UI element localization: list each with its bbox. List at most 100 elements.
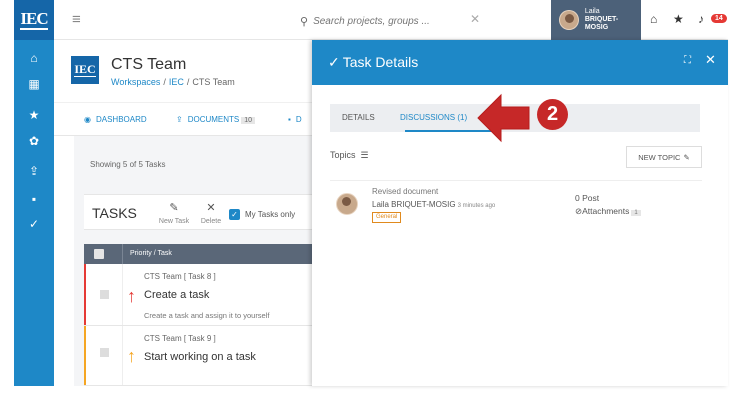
documents-count: 10	[241, 117, 256, 124]
tab-cut-label: D	[295, 115, 302, 124]
tasks-heading: TASKS	[92, 205, 137, 221]
list-icon[interactable]: ☰	[361, 150, 369, 160]
row-divider	[122, 264, 123, 325]
breadcrumb-workspaces[interactable]: Workspaces	[111, 77, 160, 87]
task-description: Create a task and assign it to yourself	[144, 311, 270, 320]
task-name[interactable]: Create a task	[144, 289, 209, 301]
priority-up-arrow-icon: ↑	[127, 346, 136, 366]
priority-up-arrow-icon: ↑	[127, 286, 136, 306]
select-all-checkbox[interactable]	[94, 249, 104, 259]
workspace-header: IEC CTS Team Workspaces / IEC / CTS Team	[54, 40, 312, 102]
notification-badge: 14	[711, 14, 727, 23]
topic-tag: General	[372, 212, 402, 223]
callout-number: 2	[537, 99, 568, 130]
new-topic-button[interactable]: New Topic ✎	[626, 146, 702, 168]
pencil-icon: ✎	[683, 152, 690, 162]
workspace-area: IEC CTS Team Workspaces / IEC / CTS Team ◉ Da…	[54, 40, 312, 386]
header-divider	[122, 244, 123, 264]
pencil-icon: ✎	[169, 202, 179, 214]
table-row[interactable]: CTS Team [ Task 8 ] ↑ Create a task Crea…	[84, 264, 312, 326]
search-icon[interactable]: ⚲	[300, 15, 308, 28]
top-bar: ≡ ⚲ ✕ Laila BRIQUET-MOSIG ⌂ ★ ♪ 14	[54, 0, 728, 40]
settings-icon[interactable]: ✿	[14, 130, 54, 152]
task-project: CTS Team [ Task 8 ]	[144, 272, 216, 281]
user-last-name: BRIQUET-MOSIG	[584, 16, 619, 31]
expand-icon[interactable]: ⛶	[684, 55, 691, 66]
workspace-logo: IEC	[71, 56, 99, 84]
new-topic-label: New Topic	[638, 152, 681, 162]
new-task-button[interactable]: ✎ New Task	[154, 201, 194, 225]
chat-icon[interactable]: ▪	[14, 188, 54, 210]
workspaces-icon[interactable]: ▦	[14, 73, 54, 95]
home-icon[interactable]: ⌂	[650, 12, 657, 26]
callout-arrow-icon	[477, 93, 530, 143]
star-icon[interactable]: ★	[14, 104, 54, 126]
task-project: CTS Team [ Task 9 ]	[144, 334, 216, 343]
priority-bar	[84, 264, 86, 325]
tab-dashboard-label: Dashboard	[95, 115, 147, 124]
bell-icon[interactable]: ♪	[698, 12, 704, 26]
check-icon[interactable]: ✓	[14, 213, 54, 235]
dashboard-icon: ◉	[84, 115, 91, 124]
tasks-toolbar: TASKS ✎ New Task ✕ Delete ✓ My Tasks only	[84, 194, 312, 230]
row-divider	[122, 326, 123, 385]
tasks-table-header: Priority / Task	[84, 244, 312, 264]
attachments-label: Attachments	[582, 206, 630, 216]
menu-icon[interactable]: ≡	[72, 11, 81, 28]
logo-text: IEC	[20, 9, 49, 30]
user-first-name: Laila	[584, 8, 600, 15]
workspace-tabs: ◉ Dashboard ⇪ Documents 10 ▪ D	[54, 102, 312, 136]
avatar	[559, 10, 579, 30]
panel-header: ✓ Task Details ⛶ ✕	[312, 40, 728, 85]
task-name[interactable]: Start working on a task	[144, 351, 256, 363]
upload-icon[interactable]: ⇪	[14, 160, 54, 182]
check-icon: ✓	[328, 54, 340, 70]
attachments-count: 1	[631, 210, 641, 216]
upload-icon: ⇪	[176, 115, 183, 124]
delete-label: Delete	[200, 218, 222, 225]
tab-discussions[interactable]: Discussions (1)	[400, 113, 467, 122]
my-tasks-only-toggle[interactable]: ✓ My Tasks only	[229, 209, 295, 220]
topic-author-name: Laila BRIQUET-MOSIG	[372, 200, 456, 209]
favorites-star-icon[interactable]: ★	[673, 12, 684, 26]
breadcrumb: Workspaces / IEC / CTS Team	[111, 77, 235, 87]
iec-logo[interactable]: IEC	[14, 0, 54, 40]
topic-title[interactable]: Revised document	[372, 187, 438, 196]
tab-discussions[interactable]: ▪ D	[288, 115, 302, 124]
user-menu[interactable]: Laila BRIQUET-MOSIG	[551, 0, 641, 40]
checkbox-checked-icon[interactable]: ✓	[229, 209, 240, 220]
tasks-section: Showing 5 of 5 Tasks TASKS ✎ New Task ✕ De…	[74, 136, 312, 386]
workspace-logo-text: IEC	[74, 62, 96, 77]
close-icon[interactable]: ✕	[705, 52, 716, 68]
new-task-label: New Task	[158, 218, 190, 225]
topics-header: Topics ☰	[330, 150, 369, 161]
page-title: CTS Team	[111, 56, 187, 73]
topic-attachments[interactable]: ⊘Attachments 1	[575, 206, 641, 217]
topic-author: Laila BRIQUET-MOSIG 3 minutes ago	[372, 200, 495, 209]
priority-bar	[84, 326, 86, 385]
user-name: Laila BRIQUET-MOSIG	[585, 8, 641, 32]
topic-timestamp: 3 minutes ago	[457, 203, 496, 209]
home-icon[interactable]: ⌂	[14, 47, 54, 69]
priority-task-column-header[interactable]: Priority / Task	[130, 250, 172, 257]
row-checkbox[interactable]	[100, 290, 109, 299]
breadcrumb-iec[interactable]: IEC	[169, 77, 184, 87]
clear-search-icon[interactable]: ✕	[470, 12, 480, 26]
left-sidebar: IEC ⌂ ▦ ★ ✿ ⇪ ▪ ✓	[14, 0, 54, 386]
delete-button[interactable]: ✕ Delete	[191, 201, 231, 225]
panel-title: ✓ Task Details	[328, 54, 418, 71]
tab-documents[interactable]: ⇪ Documents 10	[176, 115, 256, 124]
chat-icon: ▪	[288, 115, 291, 124]
divider	[330, 180, 702, 181]
tab-details[interactable]: Details	[342, 113, 375, 122]
topics-label: Topics	[330, 150, 356, 160]
tab-documents-label: Documents	[187, 115, 240, 124]
tab-dashboard[interactable]: ◉ Dashboard	[84, 115, 147, 124]
avatar	[336, 193, 358, 215]
search-input[interactable]	[313, 15, 464, 27]
row-checkbox[interactable]	[100, 348, 109, 357]
table-row[interactable]: CTS Team [ Task 9 ] ↑ Start working on a…	[84, 326, 312, 386]
close-icon: ✕	[206, 202, 216, 214]
my-tasks-label: My Tasks only	[245, 210, 296, 219]
search-box: ⚲	[300, 12, 480, 30]
